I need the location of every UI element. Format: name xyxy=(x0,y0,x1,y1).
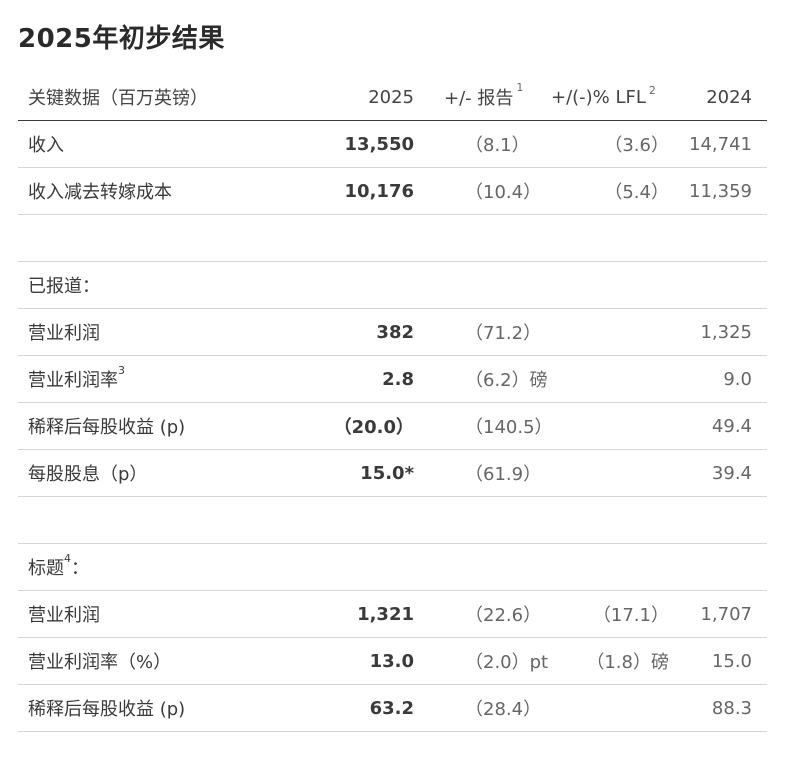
row-label: 营业利润率3 xyxy=(18,355,276,403)
value-2024: 11,359 xyxy=(669,167,767,215)
value-2025: 13.0 xyxy=(276,637,414,685)
value-2025: （20.0） xyxy=(276,402,414,450)
row-label: 每股股息（p） xyxy=(18,449,276,497)
row-label: 稀释后每股收益 (p) xyxy=(18,684,276,732)
value-lfl: （5.4） xyxy=(541,167,669,215)
table-row: 营业利润 382 （71.2） 1,325 xyxy=(18,308,767,356)
section-header-headline: 标题4： xyxy=(18,543,767,591)
header-2024: 2024 xyxy=(669,74,767,121)
value-2025: 63.2 xyxy=(276,684,414,732)
value-reported: （71.2） xyxy=(414,308,541,356)
row-label: 稀释后每股收益 (p) xyxy=(18,402,276,450)
value-2024: 14,741 xyxy=(669,120,767,168)
table-row: 收入减去转嫁成本 10,176 （10.4） （5.4） 11,359 xyxy=(18,167,767,215)
value-2025: 13,550 xyxy=(276,120,414,168)
results-page: 2025年初步结果 关键数据（百万英镑） 2025 +/- 报告1 +/(-)%… xyxy=(0,0,804,772)
value-2025: 382 xyxy=(276,308,414,356)
table-row: 每股股息（p） 15.0* （61.9） 39.4 xyxy=(18,449,767,497)
value-reported: （140.5） xyxy=(414,402,553,450)
value-lfl xyxy=(541,402,669,450)
table-row: 营业利润 1,321 （22.6） （17.1） 1,707 xyxy=(18,590,767,638)
spacer-row xyxy=(18,214,767,262)
value-2025: 1,321 xyxy=(276,590,414,638)
spacer-row xyxy=(18,496,767,544)
value-reported: （28.4） xyxy=(414,684,541,732)
value-lfl: （17.1） xyxy=(541,590,669,638)
section-label: 已报道： xyxy=(18,261,767,309)
key-figures-table: 关键数据（百万英镑） 2025 +/- 报告1 +/(-)% LFL 2 2024… xyxy=(18,74,767,732)
value-2025: 15.0* xyxy=(276,449,414,497)
value-2024: 1,325 xyxy=(669,308,767,356)
value-2024: 1,707 xyxy=(669,590,767,638)
value-2024: 15.0 xyxy=(669,637,767,685)
value-lfl xyxy=(541,449,669,497)
table-row: 稀释后每股收益 (p) 63.2 （28.4） 88.3 xyxy=(18,684,767,732)
table-header-row: 关键数据（百万英镑） 2025 +/- 报告1 +/(-)% LFL 2 2024 xyxy=(18,74,767,121)
value-2024: 49.4 xyxy=(669,402,767,450)
table-row: 收入 13,550 （8.1） （3.6） 14,741 xyxy=(18,120,767,168)
value-lfl: （1.8）磅 xyxy=(541,637,669,685)
value-reported: （6.2）磅 xyxy=(414,355,548,403)
value-lfl xyxy=(541,308,669,356)
value-lfl xyxy=(541,355,669,403)
value-reported: （22.6） xyxy=(414,590,541,638)
table-row: 营业利润率（%） 13.0 （2.0）pt （1.8）磅 15.0 xyxy=(18,637,767,685)
value-2024: 9.0 xyxy=(669,355,767,403)
footnote-marker: 4 xyxy=(64,552,71,565)
section-header-reported: 已报道： xyxy=(18,261,767,309)
value-2025: 10,176 xyxy=(276,167,414,215)
row-label: 营业利润率（%） xyxy=(18,637,276,685)
table-row: 营业利润率3 2.8 （6.2）磅 9.0 xyxy=(18,355,767,403)
header-lfl: +/(-)% LFL 2 xyxy=(541,74,669,121)
footnote-marker: 3 xyxy=(118,364,125,377)
row-label: 收入减去转嫁成本 xyxy=(18,167,276,215)
table-row: 稀释后每股收益 (p) （20.0） （140.5） 49.4 xyxy=(18,402,767,450)
value-reported: （8.1） xyxy=(414,120,541,168)
value-2024: 39.4 xyxy=(669,449,767,497)
section-label: 标题4： xyxy=(18,543,767,591)
value-lfl: （3.6） xyxy=(541,120,669,168)
footnote-marker: 1 xyxy=(516,81,524,94)
header-label: 关键数据（百万英镑） xyxy=(18,74,276,121)
page-title: 2025年初步结果 xyxy=(18,24,225,54)
row-label: 收入 xyxy=(18,120,276,168)
value-reported: （2.0）pt xyxy=(414,637,548,685)
value-2024: 88.3 xyxy=(669,684,767,732)
row-label: 营业利润 xyxy=(18,590,276,638)
header-reported: +/- 报告1 xyxy=(414,74,541,121)
footnote-marker: 2 xyxy=(648,83,656,97)
value-reported: （61.9） xyxy=(414,449,541,497)
header-2025: 2025 xyxy=(276,74,414,121)
row-label: 营业利润 xyxy=(18,308,276,356)
value-lfl xyxy=(541,684,669,732)
value-2025: 2.8 xyxy=(276,355,414,403)
value-reported: （10.4） xyxy=(414,167,541,215)
